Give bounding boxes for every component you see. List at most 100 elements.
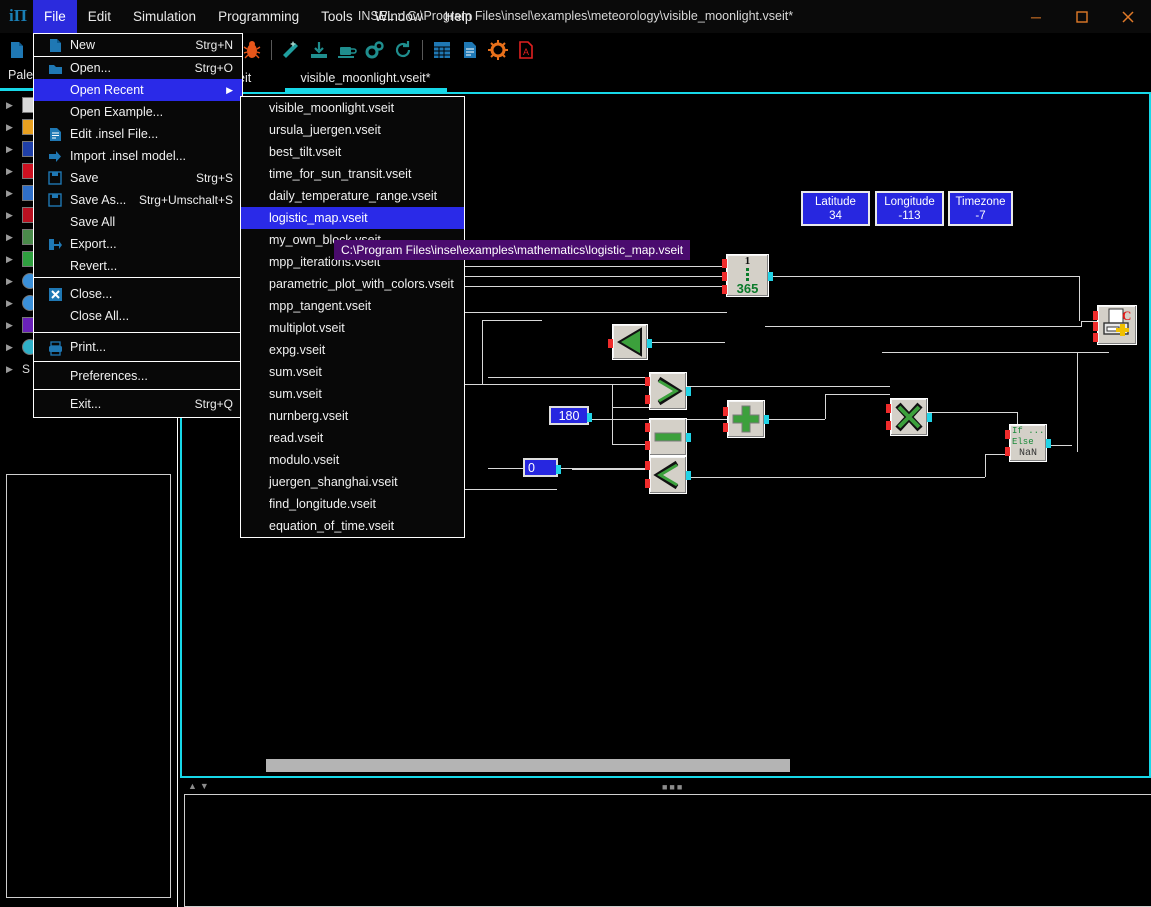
magic-wand-icon[interactable] [277, 36, 305, 64]
input-port[interactable] [608, 339, 613, 348]
coffee-cup-icon[interactable] [333, 36, 361, 64]
latitude-block[interactable]: Latitude 34 [801, 191, 870, 226]
recent-item[interactable]: sum.vseit [241, 383, 464, 405]
document-icon[interactable] [456, 36, 484, 64]
expand-arrow-icon[interactable]: ▶ [6, 254, 22, 265]
menu-item-revert[interactable]: Revert... [34, 255, 242, 277]
less-than-block[interactable] [645, 456, 691, 494]
menu-help[interactable]: Help [434, 0, 484, 33]
recent-item[interactable]: sum.vseit [241, 361, 464, 383]
menu-item-save[interactable]: Save Strg+S [34, 167, 242, 189]
recent-item-logistic-map[interactable]: logistic_map.vseit [241, 207, 464, 229]
recent-item[interactable]: expg.vseit [241, 339, 464, 361]
menu-item-close[interactable]: Close... [34, 283, 242, 305]
menu-file[interactable]: File [33, 0, 77, 33]
menu-edit[interactable]: Edit [77, 0, 122, 33]
input-port[interactable] [722, 272, 727, 281]
input-port[interactable] [1005, 430, 1010, 439]
new-file-icon[interactable] [3, 36, 31, 64]
input-port[interactable] [886, 421, 891, 430]
output-port[interactable] [587, 413, 592, 422]
output-port[interactable] [686, 471, 691, 480]
constant-180-block[interactable]: 180 [549, 406, 592, 425]
canvas-hscroll-thumb[interactable] [266, 759, 790, 772]
subtract-block[interactable] [645, 418, 691, 456]
menu-item-export[interactable]: Export... [34, 233, 242, 255]
menu-item-save-as[interactable]: Save As... Strg+Umschalt+S [34, 189, 242, 211]
gears-icon[interactable] [361, 36, 389, 64]
input-port[interactable] [1093, 322, 1098, 331]
bottom-console-panel[interactable] [184, 794, 1151, 907]
input-port[interactable] [645, 395, 650, 404]
recent-item[interactable]: nurnberg.vseit [241, 405, 464, 427]
expand-arrow-icon[interactable]: ▶ [6, 232, 22, 243]
minimize-icon[interactable]: ─ [1013, 0, 1059, 33]
menu-item-open-recent[interactable]: Open Recent ▶ [34, 79, 242, 101]
menu-item-print[interactable]: Print... [34, 333, 242, 361]
refresh-icon[interactable] [389, 36, 417, 64]
output-port[interactable] [686, 387, 691, 396]
close-icon[interactable] [1105, 0, 1151, 33]
expand-arrow-icon[interactable]: ▶ [6, 100, 22, 111]
expand-arrow-icon[interactable]: ▶ [6, 144, 22, 155]
expand-arrow-icon[interactable]: ▶ [6, 188, 22, 199]
menu-item-import-insel-model[interactable]: Import .insel model... [34, 145, 242, 167]
expand-arrow-icon[interactable]: ▶ [6, 210, 22, 221]
input-port[interactable] [886, 404, 891, 413]
recent-item[interactable]: parametric_plot_with_colors.vseit [241, 273, 464, 295]
menu-item-new[interactable]: New Strg+N [34, 34, 242, 56]
panel-splitter[interactable]: ▲▼ ■■■ [178, 780, 1151, 794]
expand-arrow-icon[interactable]: ▶ [6, 276, 22, 287]
input-port[interactable] [645, 441, 650, 450]
if-else-block[interactable]: If ... Else NaN [1005, 424, 1051, 462]
recent-item[interactable]: mpp_tangent.vseit [241, 295, 464, 317]
recent-item[interactable]: equation_of_time.vseit [241, 515, 464, 537]
input-port[interactable] [645, 423, 650, 432]
menu-tools[interactable]: Tools [310, 0, 364, 33]
multiply-block[interactable] [886, 398, 932, 436]
input-port[interactable] [723, 407, 728, 416]
expand-arrow-icon[interactable]: ▶ [6, 320, 22, 331]
menu-programming[interactable]: Programming [207, 0, 310, 33]
menu-item-close-all[interactable]: Close All... [34, 305, 242, 327]
constant-0-block[interactable]: 0 [523, 458, 561, 477]
input-port[interactable] [1093, 311, 1098, 320]
input-port[interactable] [1005, 447, 1010, 456]
output-port[interactable] [1046, 439, 1051, 448]
output-port[interactable] [686, 433, 691, 442]
menu-item-preferences[interactable]: Preferences... [34, 362, 242, 389]
input-port[interactable] [645, 461, 650, 470]
timezone-block[interactable]: Timezone -7 [948, 191, 1013, 226]
recent-item[interactable]: juergen_shanghai.vseit [241, 471, 464, 493]
greater-than-block[interactable] [645, 372, 691, 410]
gain-triangle-block[interactable] [608, 324, 652, 360]
expand-arrow-icon[interactable]: ▶ [6, 298, 22, 309]
file-menu-popup[interactable]: New Strg+N Open... Strg+O Open Recent ▶ … [33, 33, 243, 418]
recent-item[interactable]: read.vseit [241, 427, 464, 449]
splitter-arrows-icon[interactable]: ▲▼ [188, 781, 212, 791]
menu-simulation[interactable]: Simulation [122, 0, 207, 33]
menu-item-save-all[interactable]: Save All [34, 211, 242, 233]
output-port[interactable] [647, 339, 652, 348]
menu-item-edit-insel-file[interactable]: Edit .insel File... [34, 123, 242, 145]
calculator-icon[interactable] [428, 36, 456, 64]
recent-item[interactable]: visible_moonlight.vseit [241, 97, 464, 119]
input-port[interactable] [723, 423, 728, 432]
do-loop-block[interactable]: 1 365 [722, 254, 773, 297]
add-block[interactable] [723, 400, 769, 438]
input-port[interactable] [645, 479, 650, 488]
download-icon[interactable] [305, 36, 333, 64]
open-recent-submenu[interactable]: visible_moonlight.vseit ursula_juergen.v… [240, 96, 465, 538]
tab-visible-moonlight[interactable]: visible_moonlight.vseit* [263, 66, 468, 92]
expand-arrow-icon[interactable]: ▶ [6, 122, 22, 133]
maximize-icon[interactable] [1059, 0, 1105, 33]
input-port[interactable] [1093, 333, 1098, 342]
output-port[interactable] [927, 413, 932, 422]
output-port[interactable] [768, 272, 773, 281]
expand-arrow-icon[interactable]: ▶ [6, 342, 22, 353]
menu-item-exit[interactable]: Exit... Strg+Q [34, 390, 242, 417]
splitter-grip-icon[interactable]: ■■■ [662, 782, 684, 792]
recent-item[interactable]: time_for_sun_transit.vseit [241, 163, 464, 185]
longitude-block[interactable]: Longitude -113 [875, 191, 944, 226]
pdf-icon[interactable]: A [512, 36, 540, 64]
